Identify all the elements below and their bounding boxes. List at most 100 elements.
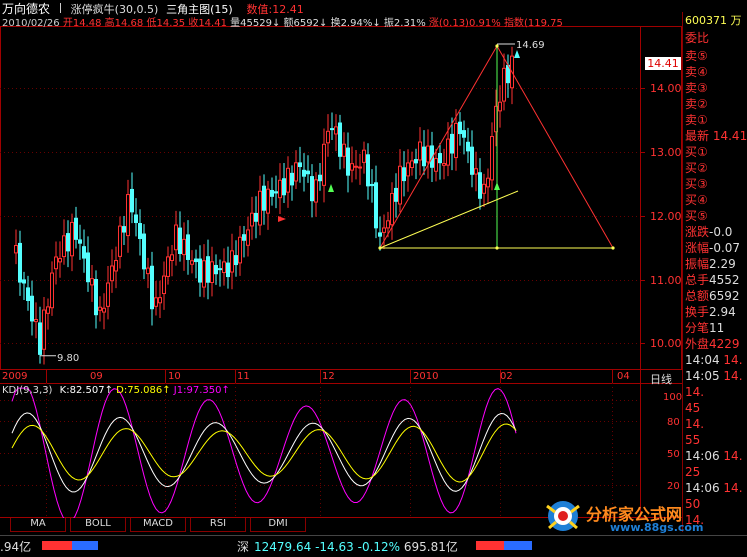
- change-label: 涨: [428, 18, 439, 29]
- price-axis-label: 10.00: [650, 337, 682, 350]
- date-axis-label: 12: [322, 371, 335, 382]
- candle-body: [74, 217, 78, 240]
- candle-body: [386, 220, 390, 229]
- candle-body: [346, 147, 350, 176]
- arrow-down-icon: ↓: [271, 18, 281, 29]
- candle-body: [78, 239, 82, 244]
- candle-body: [106, 282, 110, 307]
- kdj-axis-label: 20: [667, 481, 680, 492]
- candle-body: [246, 229, 250, 246]
- candle-body: [198, 258, 202, 283]
- tick-row: 45: [685, 401, 701, 415]
- candle-body: [34, 319, 38, 323]
- candle-body: [450, 133, 454, 154]
- candle-body: [338, 122, 342, 157]
- candle-body: [94, 279, 98, 316]
- candle-body: [242, 234, 246, 241]
- kdj-name[interactable]: KDJ(9,3,3): [2, 385, 52, 396]
- candle-body: [362, 149, 366, 163]
- tab-macd[interactable]: MACD: [130, 518, 186, 532]
- quote-stat: 分笔11: [685, 321, 725, 335]
- kdj-d-value: D:75.086: [116, 385, 163, 396]
- candle-body: [462, 130, 466, 138]
- tick-row: 55: [685, 433, 701, 447]
- tab-rsi[interactable]: RSI: [190, 518, 246, 532]
- candle-body: [250, 212, 254, 227]
- candle-body: [446, 138, 450, 166]
- tick-row: 14.: [685, 417, 705, 431]
- kdj-k-value: K:82.507: [59, 385, 105, 396]
- triangle-vertex: [495, 246, 499, 250]
- candle-body: [206, 256, 210, 283]
- low-label: 低: [146, 18, 157, 29]
- tab-boll[interactable]: BOLL: [70, 518, 126, 532]
- high-value: 14.68: [114, 18, 144, 29]
- candle-body: [382, 227, 386, 233]
- candle-body: [134, 214, 138, 224]
- candle-body: [50, 272, 54, 309]
- sell-level-2[interactable]: 卖②: [685, 95, 708, 112]
- candle-body: [266, 188, 270, 214]
- candle-body: [62, 235, 66, 258]
- candle-body: [378, 232, 382, 237]
- buy-level-1[interactable]: 买①: [685, 143, 708, 160]
- triangle-left-edge: [379, 45, 498, 249]
- quote-panel: 600371 万 委比 卖⑤ 卖④ 卖③ 卖② 卖① 最新 14.41 买① 买…: [682, 12, 747, 532]
- outer-disk: 外盘4229: [685, 337, 740, 351]
- candle-body: [138, 223, 142, 239]
- kline-chart[interactable]: [0, 0, 682, 518]
- arrow-down-icon: ↓: [372, 18, 381, 29]
- buy-level-4[interactable]: 买④: [685, 191, 708, 208]
- volume-label: 量: [230, 18, 241, 29]
- candle-body: [86, 252, 90, 283]
- close-value: 14.41: [198, 18, 227, 29]
- candle-body: [226, 262, 230, 278]
- candle-body: [438, 153, 442, 164]
- period-selector[interactable]: 日线: [650, 371, 672, 387]
- amplitude-value: 2.31%: [393, 18, 426, 29]
- candle-body: [186, 234, 190, 260]
- candle-body: [426, 145, 430, 163]
- sell-level-1[interactable]: 卖①: [685, 111, 708, 128]
- candle-body: [18, 242, 22, 283]
- candle-body: [254, 212, 258, 222]
- tick-row: 25: [685, 465, 701, 479]
- candle-body: [26, 287, 30, 302]
- price-axis-label: 13.00: [650, 146, 682, 159]
- buy-level-2[interactable]: 买②: [685, 159, 708, 176]
- candle-body: [202, 260, 206, 288]
- buy-level-3[interactable]: 买③: [685, 175, 708, 192]
- candle-body: [166, 256, 170, 277]
- candlestick-series: [14, 43, 515, 365]
- tick-row: 14:05 14.: [685, 369, 743, 383]
- sell-level-3[interactable]: 卖③: [685, 79, 708, 96]
- candle-body: [66, 233, 70, 252]
- close-label: 收: [188, 18, 199, 29]
- candle-body: [478, 172, 482, 199]
- open-value: 14.48: [72, 18, 102, 29]
- candle-body: [174, 224, 178, 251]
- latest-price: 最新 14.41: [685, 129, 747, 143]
- tab-ma[interactable]: MA: [10, 518, 66, 532]
- sell-level-4[interactable]: 卖④: [685, 63, 708, 80]
- candle-body: [238, 236, 242, 264]
- candle-body: [82, 246, 86, 259]
- index-value: (119.75: [523, 18, 563, 29]
- buy-level-5[interactable]: 买⑤: [685, 207, 708, 224]
- sell-level-5[interactable]: 卖⑤: [685, 47, 708, 64]
- candle-body: [406, 162, 410, 177]
- candle-body: [454, 122, 458, 159]
- candle-body: [398, 165, 402, 205]
- triangle-vertex: [378, 246, 382, 250]
- candle-body: [234, 255, 238, 266]
- tick-row: 14:06 14.: [685, 481, 743, 495]
- kdj-axis-label: 80: [667, 417, 680, 428]
- volume-ratio-bar-2: [476, 541, 532, 550]
- tab-dmi[interactable]: DMI: [250, 518, 306, 532]
- amplitude-label: 振: [383, 18, 394, 29]
- quote-stat: 振幅2.29: [685, 257, 736, 271]
- candle-body: [474, 168, 478, 175]
- candle-body: [486, 177, 490, 188]
- candle-body: [342, 143, 346, 157]
- candle-body: [222, 261, 226, 274]
